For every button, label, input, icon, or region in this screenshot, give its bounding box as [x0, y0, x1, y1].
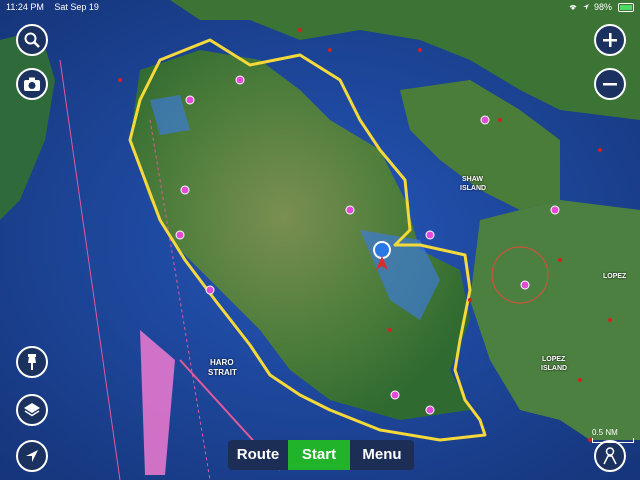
- plus-icon: [603, 33, 617, 47]
- label-lopez: LOPEZ: [603, 273, 627, 280]
- battery-percent: 98%: [593, 2, 612, 12]
- location-arrow-icon: [582, 4, 589, 10]
- zoom-out-button[interactable]: [594, 68, 626, 100]
- navigate-button[interactable]: [16, 440, 48, 472]
- search-icon: [24, 32, 40, 48]
- label-lopez-island: LOPEZ: [542, 356, 566, 363]
- bottom-toolbar: Route Start Menu: [228, 440, 414, 470]
- nautical-chart-map[interactable]: [0, 0, 640, 480]
- start-button[interactable]: Start: [288, 440, 350, 470]
- minus-icon: [603, 83, 617, 86]
- layers-icon: [24, 403, 40, 417]
- label-shaw-island: SHAW: [462, 176, 483, 183]
- scale-label: 0.5 NM: [592, 428, 618, 437]
- zoom-in-button[interactable]: [594, 24, 626, 56]
- map-scale: 0.5 NM: [592, 428, 634, 443]
- camera-button[interactable]: [16, 68, 48, 100]
- label-haro-strait: HARO: [210, 358, 234, 367]
- pin-icon: [28, 354, 36, 370]
- battery-icon: [618, 2, 634, 12]
- battery-fill: [620, 4, 632, 10]
- status-bar: 11:24 PM Sat Sep 19 98%: [0, 0, 640, 14]
- account-button[interactable]: [594, 440, 626, 472]
- person-icon: [603, 447, 617, 465]
- scale-bar: [592, 438, 634, 443]
- camera-icon: [24, 77, 40, 91]
- status-time: 11:24 PM: [6, 2, 44, 12]
- route-button[interactable]: Route: [228, 440, 288, 470]
- wifi-icon: [569, 5, 577, 10]
- pin-button[interactable]: [16, 346, 48, 378]
- label-haro-strait-2: STRAIT: [208, 368, 237, 377]
- layers-button[interactable]: [16, 394, 48, 426]
- label-shaw-island-2: ISLAND: [460, 185, 487, 192]
- search-button[interactable]: [16, 24, 48, 56]
- label-lopez-island-2: ISLAND: [541, 365, 568, 372]
- navigate-arrow-icon: [26, 450, 38, 462]
- status-date: Sat Sep 19: [54, 2, 99, 12]
- menu-button[interactable]: Menu: [350, 440, 414, 470]
